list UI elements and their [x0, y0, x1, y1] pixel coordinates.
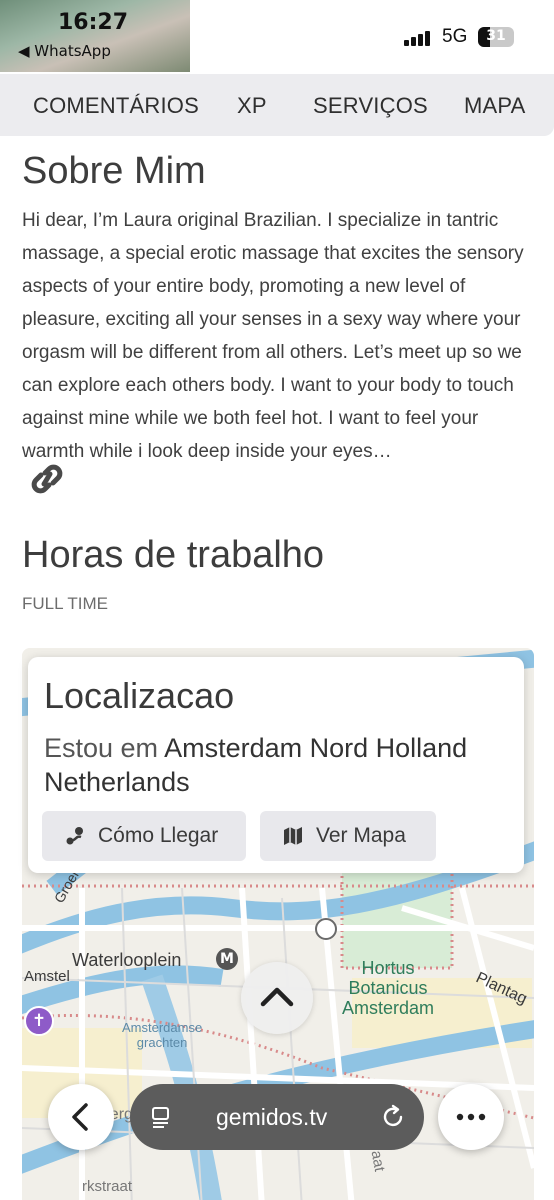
signal-icon — [404, 30, 434, 46]
section-tabs: COMENTÁRIOS XP SERVIÇOS MAPA — [0, 74, 554, 136]
church-icon: ✝ — [24, 1006, 54, 1036]
url-text[interactable]: gemidos.tv — [216, 1104, 327, 1131]
directions-label: Cómo Llegar — [98, 824, 219, 847]
location-prefix: Estou em — [44, 733, 159, 763]
location-title: Localizacao — [44, 675, 235, 716]
map-label-grachten: Amsterdamse grachten — [122, 1020, 203, 1050]
reader-icon[interactable] — [150, 1105, 174, 1129]
hours-value: FULL TIME — [22, 594, 108, 613]
more-icon — [456, 1113, 486, 1121]
view-map-button[interactable]: Ver Mapa — [260, 811, 436, 861]
tab-mapa[interactable]: MAPA — [464, 93, 526, 119]
back-to-app-link[interactable]: ◀ WhatsApp — [18, 42, 111, 60]
location-text: Estou em Amsterdam Nord Holland Netherla… — [44, 731, 514, 799]
link-icon[interactable] — [26, 458, 68, 500]
map-icon — [284, 827, 302, 845]
tab-xp[interactable]: XP — [237, 93, 267, 119]
chevron-up-icon — [260, 987, 294, 1007]
about-heading: Sobre Mim — [22, 150, 206, 192]
about-text: Hi dear, I’m Laura original Brazilian. I… — [22, 210, 524, 462]
view-map-label: Ver Mapa — [316, 824, 406, 847]
browser-back-button[interactable] — [48, 1084, 114, 1150]
map-label-amstel: Amstel — [24, 968, 70, 985]
map-label-hortus: Hortus Botanicus Amsterdam — [342, 958, 435, 1018]
battery-icon: 31 — [478, 27, 514, 47]
map-label-bottom2: rkstraat — [82, 1178, 133, 1195]
address-bar[interactable]: gemidos.tv — [130, 1084, 424, 1150]
chevron-left-icon — [72, 1103, 88, 1131]
status-time: 16:27 — [58, 10, 129, 35]
more-button[interactable] — [438, 1084, 504, 1150]
network-type: 5G — [442, 26, 468, 47]
hours-heading: Horas de trabalho — [22, 534, 325, 576]
reload-icon[interactable] — [380, 1104, 406, 1130]
directions-button[interactable]: Cómo Llegar — [42, 811, 246, 861]
tab-comentarios[interactable]: COMENTÁRIOS — [33, 93, 199, 119]
battery-level: 31 — [486, 28, 506, 44]
scroll-top-button[interactable] — [241, 962, 313, 1034]
location-card: Localizacao Estou em Amsterdam Nord Holl… — [28, 657, 524, 873]
tab-servicos[interactable]: SERVIÇOS — [313, 93, 428, 119]
route-icon — [66, 827, 83, 845]
map-label-waterlooplein: Waterlooplein — [72, 950, 182, 970]
status-bar: 16:27 ◀ WhatsApp 5G 31 — [0, 0, 554, 72]
tram-icon — [315, 918, 337, 940]
metro-icon: M — [216, 948, 238, 970]
